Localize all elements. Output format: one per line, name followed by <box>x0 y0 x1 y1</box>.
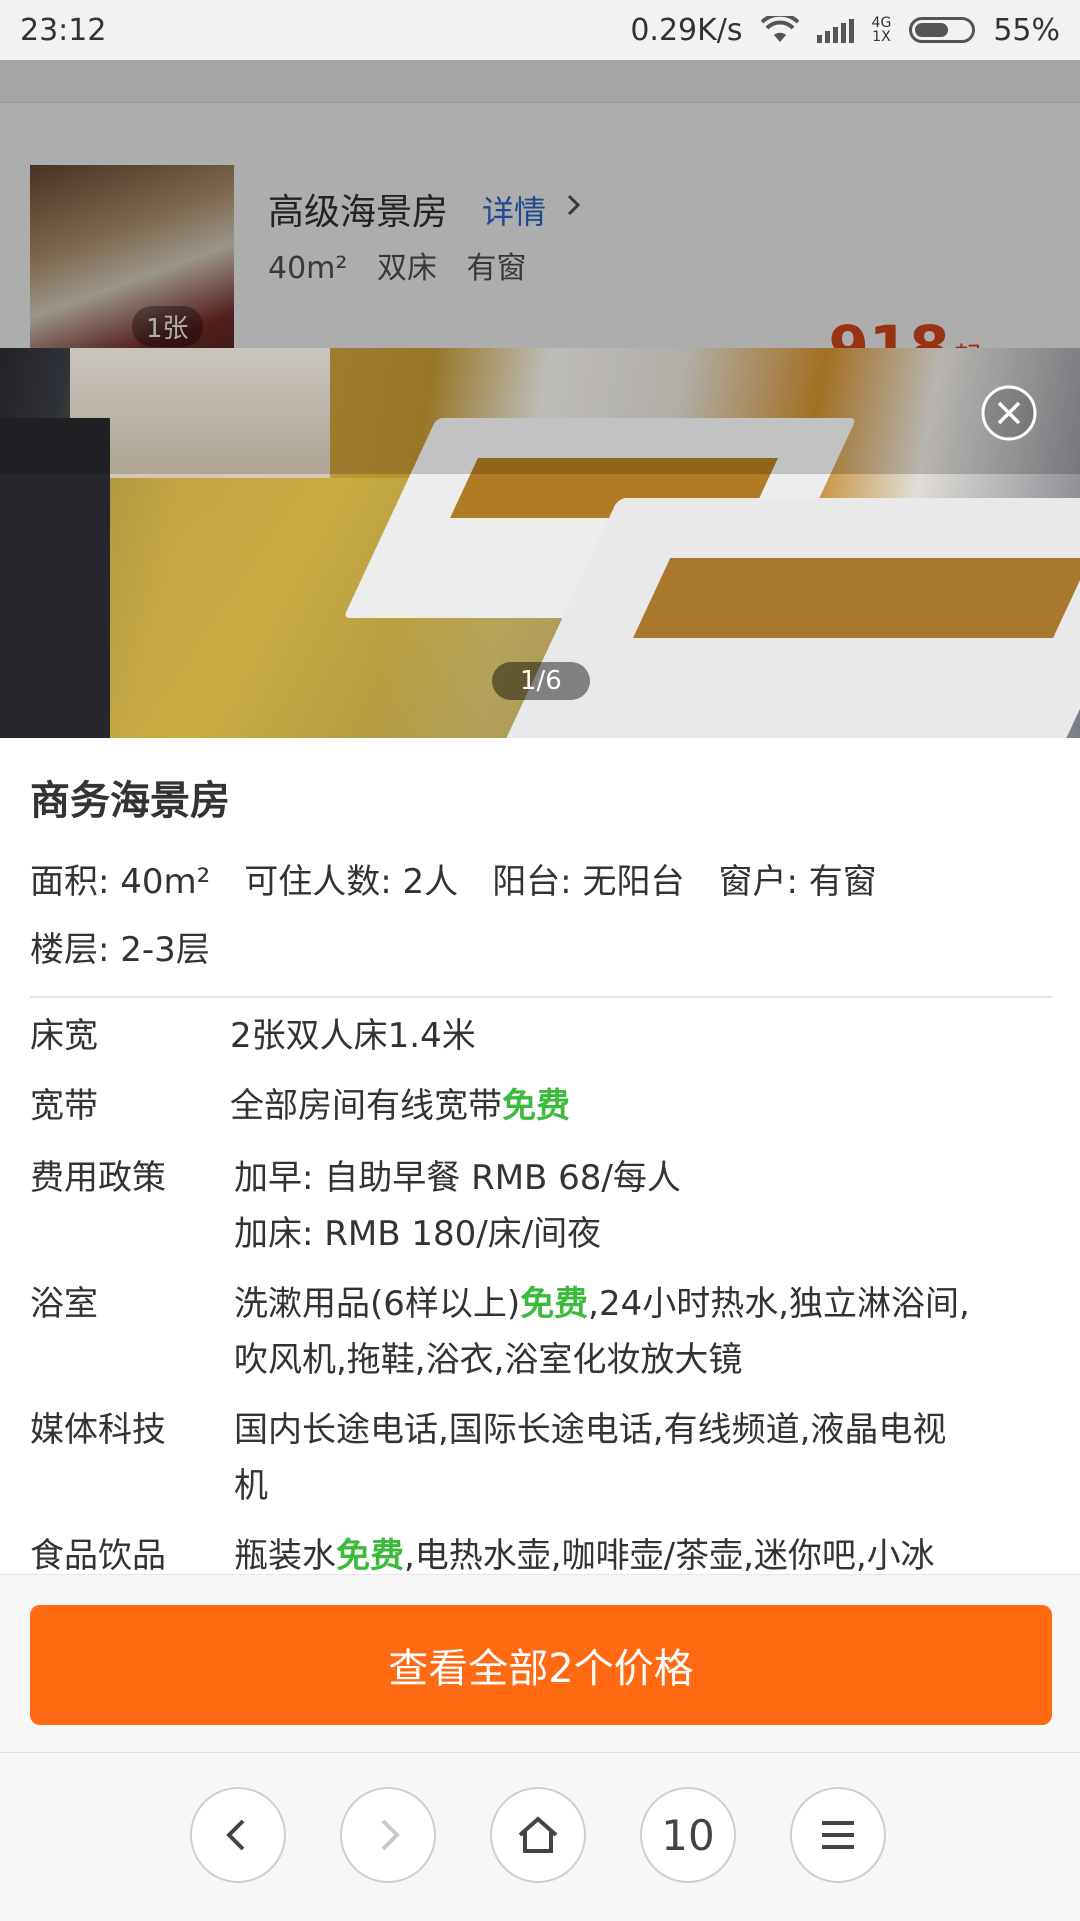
tabs-count: 10 <box>661 1810 715 1860</box>
free-tag: 免费 <box>336 1536 404 1576</box>
battery-icon <box>909 17 976 43</box>
forward-button[interactable] <box>340 1787 436 1883</box>
status-bar: 23:12 0.29K/s 4G 1X 55% <box>0 0 1080 60</box>
signal-icon <box>816 17 854 43</box>
back-button[interactable] <box>190 1787 286 1883</box>
net-speed: 0.29K/s <box>630 12 743 48</box>
close-icon[interactable] <box>980 384 1038 442</box>
divider <box>30 996 1052 998</box>
attr-balcony: 阳台: 无阳台 <box>492 862 685 902</box>
photo-counter: 1/6 <box>492 662 590 700</box>
room-photo[interactable]: 1/6 <box>0 348 1080 738</box>
forward-icon <box>381 1819 400 1851</box>
attr-area: 面积: 40m² <box>30 862 211 902</box>
wifi-icon <box>760 16 799 42</box>
browser-nav-bar: 10 <box>0 1752 1080 1921</box>
menu-icon <box>822 1821 854 1849</box>
attr-window: 窗户: 有窗 <box>718 862 877 902</box>
view-all-prices-button[interactable]: 查看全部2个价格 <box>30 1605 1052 1725</box>
status-time: 23:12 <box>20 12 107 48</box>
back-icon <box>226 1819 245 1851</box>
battery-percent: 55% <box>993 12 1060 48</box>
cta-bar: 查看全部2个价格 <box>0 1574 1080 1753</box>
home-icon <box>518 1816 558 1853</box>
free-tag: 免费 <box>520 1284 589 1324</box>
free-tag: 免费 <box>502 1086 570 1126</box>
network-type: 4G 1X <box>871 15 892 45</box>
home-button[interactable] <box>490 1787 586 1883</box>
attr-floor: 楼层: 2-3层 <box>30 930 210 970</box>
menu-button[interactable] <box>790 1787 886 1883</box>
room-attributes: 面积: 40m² 可住人数: 2人 阳台: 无阳台 窗户: 有窗 楼层: 2-3层 <box>30 848 1050 984</box>
attr-capacity: 可住人数: 2人 <box>244 862 459 902</box>
detail-title: 商务海景房 <box>30 778 230 824</box>
tabs-button[interactable]: 10 <box>640 1787 736 1883</box>
room-detail-sheet: 商务海景房 面积: 40m² 可住人数: 2人 阳台: 无阳台 窗户: 有窗 楼层: … <box>0 738 1080 1576</box>
